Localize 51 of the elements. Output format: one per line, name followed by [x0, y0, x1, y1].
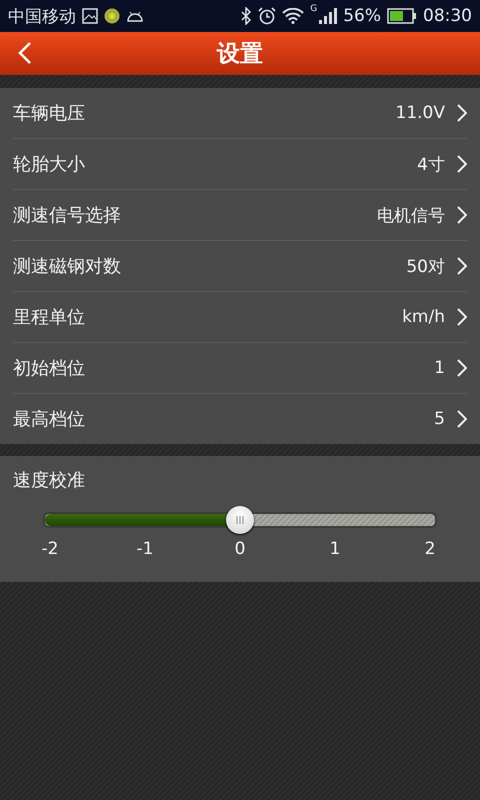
tick-label: 1 [328, 539, 342, 559]
setting-label: 测速磁钢对数 [13, 255, 122, 278]
clock-time: 08:30 [423, 6, 472, 26]
setting-label: 车辆电压 [13, 102, 86, 125]
settings-row[interactable]: 测速信号选择 电机信号 [13, 190, 467, 241]
settings-row[interactable]: 最高档位 5 [13, 394, 467, 444]
back-icon [18, 41, 32, 65]
bluetooth-icon [240, 7, 252, 25]
settings-row[interactable]: 里程单位 km/h [13, 292, 467, 343]
setting-label: 里程单位 [13, 306, 86, 329]
setting-value: 电机信号 [377, 204, 445, 226]
setting-value: 50对 [406, 256, 445, 278]
chevron-icon [457, 155, 467, 173]
chevron-icon [457, 359, 467, 377]
setting-value: km/h [402, 307, 445, 327]
setting-label: 测速信号选择 [13, 204, 122, 227]
setting-label: 最高档位 [13, 408, 86, 431]
app-icon [104, 8, 120, 24]
chevron-icon [457, 104, 467, 122]
chevron-icon [457, 410, 467, 428]
setting-value: 1 [434, 358, 445, 378]
carrier-name: 中国移动 [8, 6, 76, 28]
wifi-icon [282, 8, 304, 24]
setting-value: 4寸 [417, 154, 445, 176]
slider-track[interactable] [43, 512, 437, 528]
chevron-icon [457, 206, 467, 224]
network-type: G [310, 4, 318, 14]
calibration-title: 速度校准 [13, 469, 85, 492]
battery-icon [387, 8, 417, 24]
setting-label: 轮胎大小 [13, 153, 86, 176]
signal-icon [319, 8, 338, 24]
settings-row[interactable]: 测速磁钢对数 50对 [13, 241, 467, 292]
chevron-icon [457, 257, 467, 275]
settings-row[interactable]: 初始档位 1 [13, 343, 467, 394]
setting-value: 5 [434, 409, 445, 429]
image-icon [82, 8, 98, 24]
setting-value: 11.0V [396, 103, 445, 123]
tick-label: 0 [234, 539, 246, 559]
grip-icon [235, 516, 245, 524]
tick-label: -1 [136, 539, 154, 559]
tick-label: 2 [424, 539, 436, 559]
page-title: 设置 [217, 40, 263, 69]
settings-row[interactable]: 轮胎大小 4寸 [13, 139, 467, 190]
settings-row[interactable]: 车辆电压 11.0V [13, 88, 467, 139]
alarm-icon [258, 7, 276, 25]
chevron-icon [457, 308, 467, 326]
setting-label: 初始档位 [13, 357, 86, 380]
android-icon [126, 10, 144, 22]
slider-thumb[interactable] [226, 506, 254, 534]
battery-percent: 56% [343, 6, 381, 26]
tick-label: -2 [40, 539, 60, 559]
